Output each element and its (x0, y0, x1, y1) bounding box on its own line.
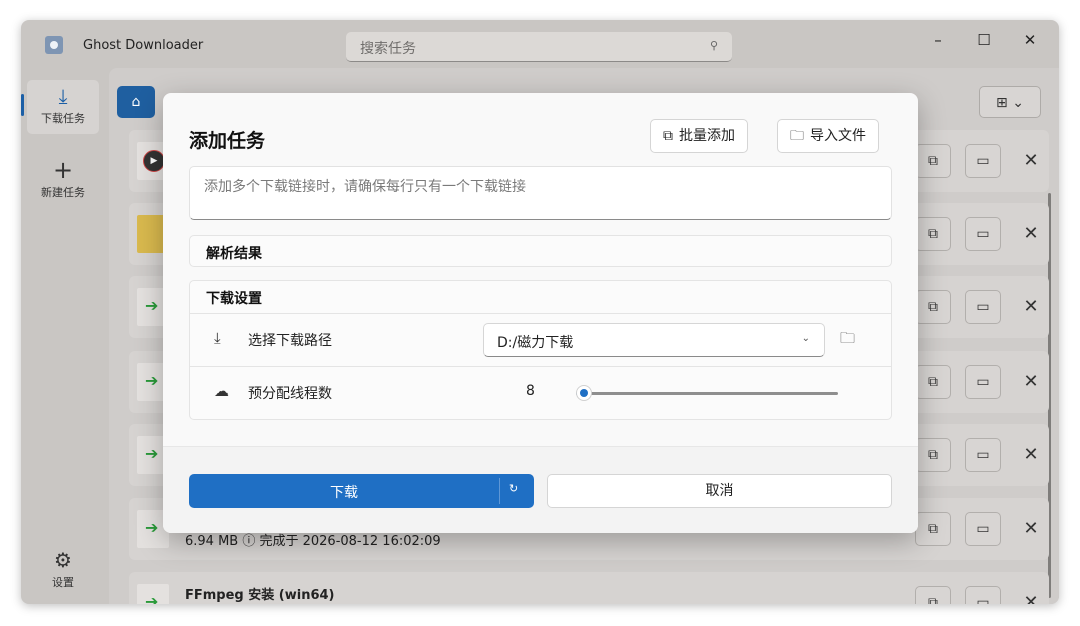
add-task-dialog: 添加任务 ⧉ 批量添加 🗀 导入文件 添加多个下载链接时，请确保每行只有一个下载链接… (163, 93, 918, 533)
cloud-icon: ☁ (214, 382, 229, 400)
task-row[interactable]: FFmpeg 安装 (win64) ⧉ ▭ ✕ (129, 572, 1049, 604)
open-file-button[interactable]: ⧉ (915, 586, 951, 604)
delete-task-button[interactable]: ✕ (1013, 438, 1049, 472)
open-folder-button[interactable]: ▭ (965, 144, 1001, 178)
batch-add-button[interactable]: ⧉ 批量添加 (650, 119, 748, 153)
open-folder-button[interactable]: ▭ (965, 438, 1001, 472)
thread-count-slider[interactable] (575, 385, 838, 401)
thread-count-row: ☁ 预分配线程数 8 (190, 366, 891, 419)
open-file-button[interactable]: ⧉ (915, 512, 951, 546)
sidebar: ⤓ 下载任务 + 新建任务 ⚙ 设置 (21, 68, 109, 604)
app-icon (45, 36, 63, 54)
dialog-title: 添加任务 (189, 130, 266, 152)
open-folder-button[interactable]: ▭ (965, 290, 1001, 324)
open-file-button[interactable]: ⧉ (915, 365, 951, 399)
open-file-button[interactable]: ⧉ (915, 217, 951, 251)
chevron-down-icon: ⌄ (801, 333, 810, 344)
copy-icon: ⧉ (663, 128, 673, 144)
split-divider (499, 478, 500, 504)
open-file-button[interactable]: ⧉ (915, 144, 951, 178)
search-box[interactable]: 搜索任务 ⚲ (346, 32, 732, 62)
open-file-button[interactable]: ⧉ (915, 438, 951, 472)
thread-count-label: 预分配线程数 (248, 386, 332, 402)
parse-result-card[interactable]: 解析结果 (189, 235, 892, 267)
maximize-button[interactable]: ☐ (961, 26, 1007, 54)
thread-count-value: 8 (526, 383, 535, 399)
download-button-label: 下载 (330, 485, 358, 501)
download-button[interactable]: 下载 ↻ (189, 474, 534, 508)
file-thumbnail (137, 584, 169, 604)
delete-task-button[interactable]: ✕ (1013, 586, 1049, 604)
open-folder-button[interactable]: ▭ (965, 365, 1001, 399)
download-settings-header: 下载设置 (206, 291, 262, 307)
cancel-button[interactable]: 取消 (547, 474, 892, 508)
download-icon: ⤓ (58, 84, 68, 108)
open-file-button[interactable]: ⧉ (915, 290, 951, 324)
open-folder-button[interactable]: ▭ (965, 512, 1001, 546)
home-tab[interactable]: ⌂ (117, 86, 155, 118)
close-button[interactable]: ✕ (1007, 26, 1053, 54)
minimize-button[interactable]: – (915, 26, 961, 54)
sidebar-item-label: 下载任务 (41, 112, 85, 125)
delete-task-button[interactable]: ✕ (1013, 365, 1049, 399)
delete-task-button[interactable]: ✕ (1013, 290, 1049, 324)
task-name: FFmpeg 安装 (win64) (185, 588, 335, 603)
delete-task-button[interactable]: ✕ (1013, 217, 1049, 251)
gear-icon: ⚙ (54, 548, 72, 572)
download-path-select[interactable]: D:/磁力下载 ⌄ (483, 323, 825, 357)
plus-icon: + (52, 156, 74, 184)
download-settings-card: 下载设置 ⤓ 选择下载路径 D:/磁力下载 ⌄ 🗀 ☁ 预分配线程数 8 (189, 280, 892, 420)
open-folder-button[interactable]: ▭ (965, 586, 1001, 604)
download-path-row: ⤓ 选择下载路径 D:/磁力下载 ⌄ 🗀 (190, 313, 891, 366)
url-placeholder: 添加多个下载链接时，请确保每行只有一个下载链接 (204, 179, 526, 195)
title-bar: Ghost Downloader 搜索任务 ⚲ – ☐ ✕ (21, 20, 1059, 68)
import-file-button[interactable]: 🗀 导入文件 (777, 119, 879, 153)
sidebar-item-new-task[interactable]: + 新建任务 (27, 154, 99, 208)
search-placeholder: 搜索任务 (360, 41, 416, 57)
batch-add-label: 批量添加 (679, 128, 735, 144)
sidebar-item-settings[interactable]: ⚙ 设置 (27, 544, 99, 598)
sidebar-item-label: 新建任务 (41, 186, 85, 199)
slider-thumb[interactable] (575, 385, 592, 401)
delete-task-button[interactable]: ✕ (1013, 512, 1049, 546)
parse-result-header: 解析结果 (206, 246, 262, 262)
browse-folder-button[interactable]: 🗀 (840, 328, 855, 353)
search-icon[interactable]: ⚲ (710, 39, 718, 52)
active-indicator (21, 94, 24, 116)
open-folder-button[interactable]: ▭ (965, 217, 1001, 251)
download-path-value: D:/磁力下载 (497, 335, 574, 351)
layout-toggle-button[interactable]: ⊞ ⌄ (979, 86, 1041, 118)
folder-add-icon: 🗀 (790, 128, 804, 144)
import-file-label: 导入文件 (810, 128, 866, 144)
sidebar-item-download-tasks[interactable]: ⤓ 下载任务 (21, 80, 99, 134)
delete-task-button[interactable]: ✕ (1013, 144, 1049, 178)
download-icon: ⤓ (214, 329, 221, 347)
download-path-label: 选择下载路径 (248, 333, 332, 349)
dialog-footer: 下载 ↻ 取消 (163, 446, 918, 533)
app-title: Ghost Downloader (83, 38, 204, 53)
sidebar-item-label: 设置 (52, 576, 74, 589)
history-icon[interactable]: ↻ (509, 482, 518, 495)
url-input[interactable]: 添加多个下载链接时，请确保每行只有一个下载链接 (189, 166, 892, 220)
